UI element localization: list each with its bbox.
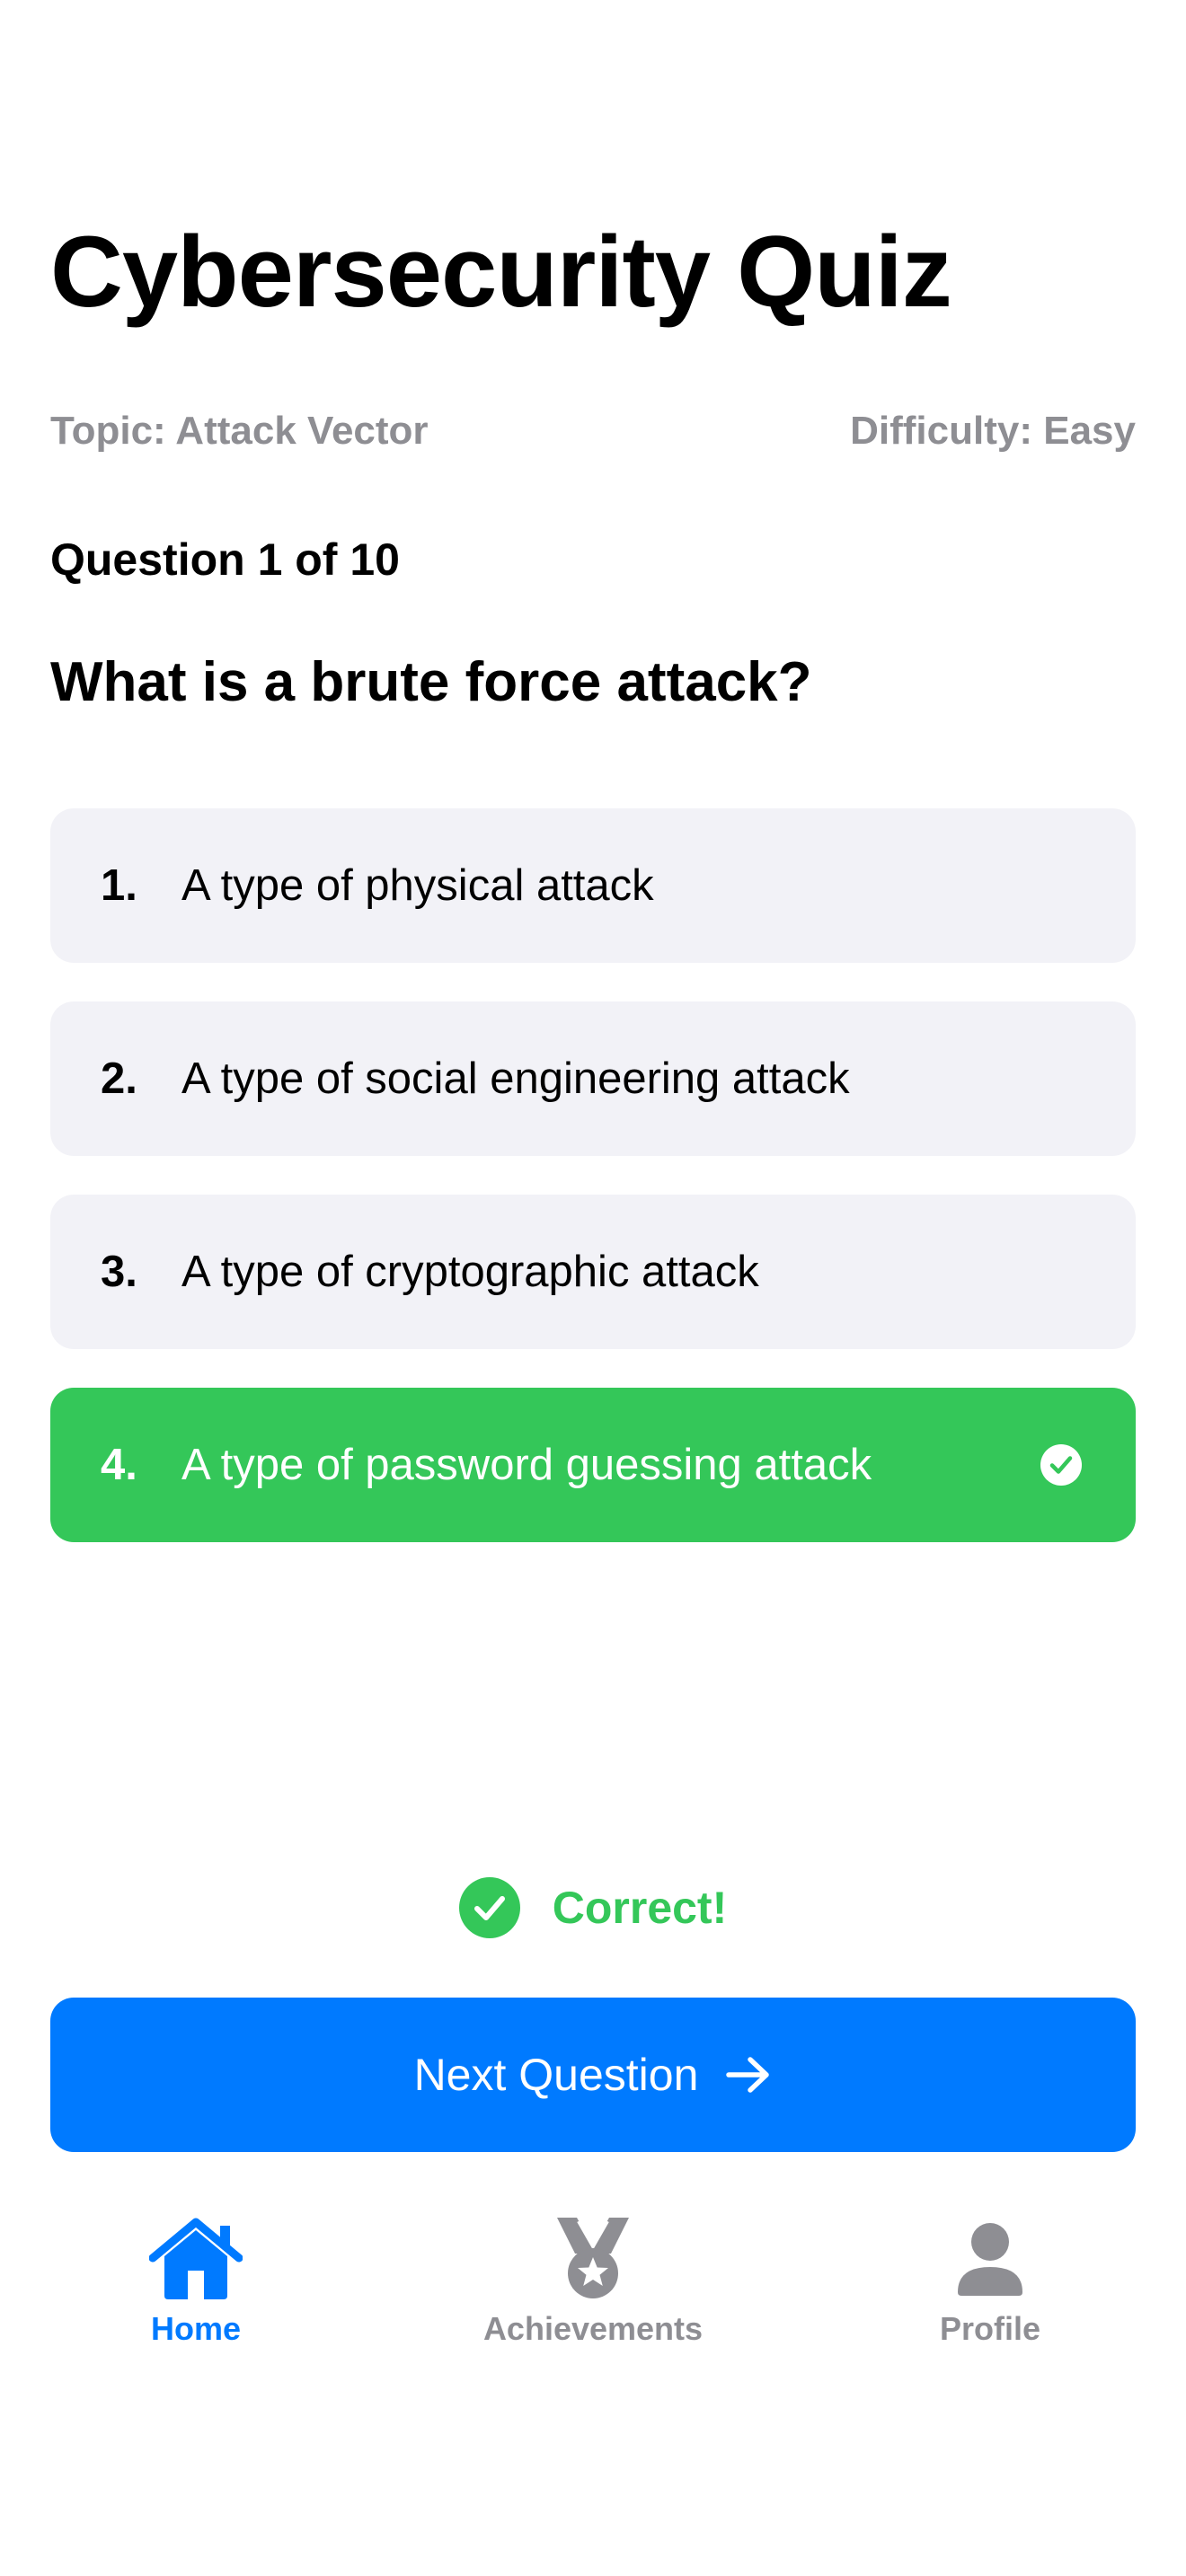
tab-achievements[interactable]: Achievements [458,2210,728,2348]
option-number: 2. [101,1054,137,1103]
next-question-label: Next Question [413,2050,699,2100]
tab-label: Profile [939,2310,1041,2347]
answer-option-4[interactable]: 4. A type of password guessing attack [50,1388,1136,1542]
question-text: What is a brute force attack? [50,651,812,713]
answer-option-1[interactable]: 1. A type of physical attack [50,808,1136,963]
question-counter: Question 1 of 10 [50,534,400,585]
option-number: 1. [101,861,137,910]
feedback-text: Correct! [552,1883,728,1933]
person-icon [958,2223,1022,2296]
tab-profile[interactable]: Profile [855,2210,1125,2348]
answer-feedback: Correct! [0,1877,1186,1938]
quiz-meta: Topic: Attack Vector Difficulty: Easy [50,406,1136,456]
checkmark-circle-fill-icon [458,1877,520,1938]
option-text: A type of cryptographic attack [181,1248,759,1296]
tab-label: Achievements [482,2310,704,2347]
answer-options: 1. A type of physical attack 2. A type o… [50,808,1136,1581]
tab-home[interactable]: Home [61,2210,331,2348]
option-text: A type of password guessing attack [181,1441,872,1489]
answer-option-3[interactable]: 3. A type of cryptographic attack [50,1195,1136,1349]
arrow-right-icon [726,2057,770,2093]
medal-icon [557,2218,629,2298]
option-text: A type of social engineering attack [181,1054,850,1103]
answer-option-2[interactable]: 2. A type of social engineering attack [50,1001,1136,1156]
option-text: A type of physical attack [181,861,654,910]
checkmark-circle-icon [1040,1444,1082,1486]
page-title: Cybersecurity Quiz [50,216,952,328]
difficulty-label: Difficulty: Easy [850,409,1136,453]
option-number: 4. [101,1441,137,1489]
tab-bar: Home Achievements Profile [0,2210,1186,2371]
next-question-button[interactable]: Next Question [50,1998,1136,2152]
option-number: 3. [101,1248,137,1296]
tab-label: Home [150,2310,242,2347]
topic-label: Topic: Attack Vector [50,409,429,453]
house-icon [149,2218,243,2299]
